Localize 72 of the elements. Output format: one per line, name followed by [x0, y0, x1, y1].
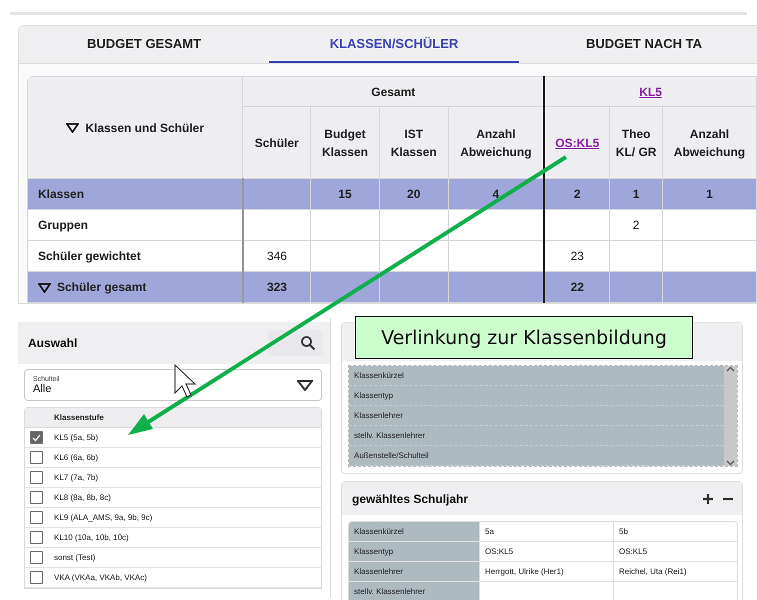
scroll-up-icon[interactable] [726, 366, 735, 372]
table-cell: 5b [613, 522, 737, 541]
search-button[interactable] [268, 330, 322, 356]
row-label: stellv. Klassenlehrer [353, 431, 426, 440]
checkbox[interactable] [30, 571, 43, 584]
scroll-down-icon[interactable] [726, 460, 735, 466]
table-cell: 323 [242, 272, 311, 302]
collapse-icon[interactable] [38, 282, 51, 293]
table-cell: 22 [544, 272, 610, 302]
row-label: Schüler gewichtet [28, 240, 243, 272]
column-header: IST Klassen [379, 106, 448, 178]
dropdown-icon [297, 380, 313, 390]
table-cell: OS:KL5 [613, 542, 737, 561]
panel-title: gewähltes Schuljahr [352, 492, 468, 506]
callout-note: Verlinkung zur Klassenbildung [355, 316, 693, 359]
group-header: Gesamt [242, 76, 544, 106]
cursor-icon [174, 364, 196, 398]
scrollbar[interactable] [724, 366, 737, 466]
table-cell: 15 [310, 178, 380, 210]
checkbox[interactable] [30, 491, 43, 504]
table-cell: Reichel, Uta (Rei1) [613, 562, 737, 581]
list-item[interactable]: VKA (VKAa, VKAb, VKAc) [25, 568, 321, 588]
column-header: Anzahl Abweichung [448, 106, 544, 178]
tab[interactable]: KLASSEN/SCHÜLER [269, 26, 519, 63]
table-cell: 2 [610, 210, 662, 240]
row-label: Klassentyp [349, 542, 479, 561]
table-cell: Herrgott, Ulrike (Her1) [479, 562, 613, 581]
row-label: Gruppen [28, 210, 243, 240]
column-link[interactable]: OS:KL5 [555, 136, 600, 150]
plus-icon[interactable] [702, 492, 714, 504]
panel-title: Auswahl [28, 336, 78, 350]
list-item[interactable]: KL9 (ALA_AMS, 9a, 9b, 9c) [25, 508, 321, 528]
checkbox[interactable] [30, 451, 43, 464]
row-label: Klassenlehrer [353, 411, 404, 420]
table-cell: 2 [544, 178, 610, 210]
list-header: Klassenstufe [25, 408, 321, 428]
checkbox[interactable] [30, 551, 43, 564]
column-header: Budget Klassen [310, 106, 380, 178]
row-label: Klassenkürzel [349, 522, 479, 541]
tab[interactable]: BUDGET GESAMT [19, 26, 269, 63]
row-label: Schüler gesamt [28, 272, 243, 302]
checkbox[interactable] [30, 531, 43, 544]
checkbox[interactable] [30, 471, 43, 484]
column-header: Theo KL/ GR [610, 106, 662, 178]
table-cell: 5a [479, 522, 613, 541]
row-label: Klassenkürzel [353, 371, 405, 380]
row-label: Klassenlehrer [349, 562, 479, 581]
row-label: stellv. Klassenlehrer [349, 582, 479, 600]
table-cell: 1 [662, 178, 756, 210]
list-item[interactable]: sonst (Test) [25, 548, 321, 568]
group-link[interactable]: KL5 [639, 84, 662, 98]
column-header: Anzahl Abweichung [662, 106, 756, 178]
row-label: Klassen [28, 178, 243, 210]
table-cell: OS:KL5 [479, 542, 613, 561]
field-value: Alle [33, 382, 52, 394]
tab[interactable]: BUDGET NACH TA [519, 26, 757, 63]
list-item[interactable]: KL10 (10a, 10b, 10c) [25, 528, 321, 548]
row-label: Klassentyp [353, 391, 394, 400]
column-header[interactable]: Klassen und Schüler [28, 76, 243, 178]
table-cell: 20 [379, 178, 448, 210]
collapse-icon[interactable] [66, 123, 80, 134]
list-item[interactable]: KL7 (7a, 7b) [25, 468, 321, 488]
column-header: Schüler [242, 106, 311, 178]
search-icon [300, 335, 316, 351]
checkbox[interactable] [30, 511, 43, 524]
row-label: Außenstelle/Schulteil [353, 451, 430, 460]
list-item[interactable]: KL8 (8a, 8b, 8c) [25, 488, 321, 508]
list-item[interactable]: KL6 (6a, 6b) [25, 448, 321, 468]
table-cell: 346 [242, 240, 311, 272]
checkbox[interactable] [30, 431, 43, 444]
table-cell: 1 [610, 178, 662, 210]
table-cell: 23 [544, 240, 610, 272]
